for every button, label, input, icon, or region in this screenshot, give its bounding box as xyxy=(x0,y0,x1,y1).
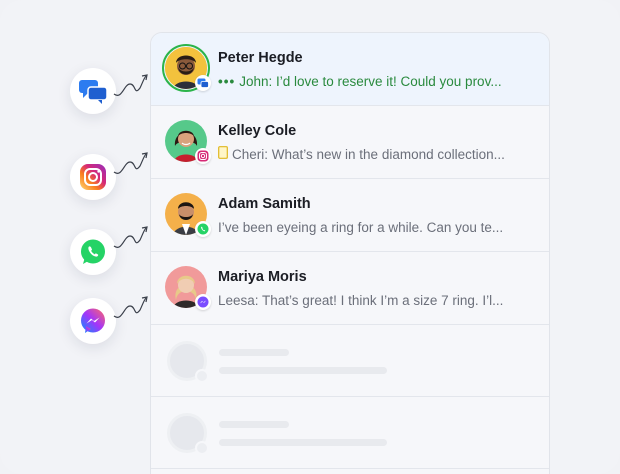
note-icon xyxy=(218,146,228,163)
curved-arrow-icon xyxy=(113,74,148,96)
whatsapp-icon xyxy=(81,239,105,264)
messenger-badge-icon xyxy=(195,294,211,310)
message-preview: I’ve been eyeing a ring for a while. Can… xyxy=(218,220,504,235)
avatar xyxy=(165,266,211,310)
conversation-row[interactable]: Mariya Moris Leesa: That’s great! I thin… xyxy=(151,252,549,325)
contact-name: Adam Samith xyxy=(218,196,311,212)
instagram-channel-bubble[interactable] xyxy=(70,154,116,200)
curved-arrow-icon xyxy=(113,296,148,318)
whatsapp-channel-bubble[interactable] xyxy=(70,229,116,275)
skeleton-badge xyxy=(195,441,209,455)
facebook-messenger-icon xyxy=(81,308,105,333)
curved-arrow-icon xyxy=(113,152,148,174)
omnichannel-inbox-illustration: Peter Hegde ••• John: I’d love to reserve… xyxy=(0,0,620,474)
skeleton-line xyxy=(219,367,387,374)
conversation-row[interactable]: Peter Hegde ••• John: I’d love to reserve… xyxy=(151,33,549,106)
contact-name: Peter Hegde xyxy=(218,50,303,66)
message-preview: Leesa: That’s great! I think I’m a size … xyxy=(218,293,504,308)
curved-arrow-icon xyxy=(113,226,148,248)
loading-row xyxy=(151,325,549,397)
avatar xyxy=(165,193,211,237)
conversation-row[interactable]: Adam Samith I’ve been eyeing a ring for … xyxy=(151,179,549,252)
avatar xyxy=(165,120,211,164)
message-preview: ••• John: I’d love to reserve it! Could y… xyxy=(218,74,502,89)
typing-indicator: ••• xyxy=(218,74,236,89)
conversation-list: Peter Hegde ••• John: I’d love to reserve… xyxy=(150,32,550,474)
messenger-channel-bubble[interactable] xyxy=(70,298,116,344)
skeleton-line xyxy=(219,439,387,446)
chat-bubbles-icon xyxy=(79,80,108,104)
loading-row xyxy=(151,397,549,469)
chat-badge-icon xyxy=(195,75,211,91)
instagram-icon xyxy=(80,164,106,190)
instagram-badge-icon xyxy=(195,148,211,164)
conversation-row[interactable]: Kelley Cole Cheri: What’s new in the dia… xyxy=(151,106,549,179)
skeleton-line xyxy=(219,349,289,356)
chat-channel-bubble[interactable] xyxy=(70,68,116,114)
skeleton-line xyxy=(219,421,289,428)
skeleton-badge xyxy=(195,369,209,383)
avatar xyxy=(162,44,211,92)
message-preview: Cheri: What’s new in the diamond collect… xyxy=(218,146,537,163)
contact-name: Kelley Cole xyxy=(218,123,297,139)
whatsapp-badge-icon xyxy=(195,221,211,237)
contact-name: Mariya Moris xyxy=(218,269,307,285)
